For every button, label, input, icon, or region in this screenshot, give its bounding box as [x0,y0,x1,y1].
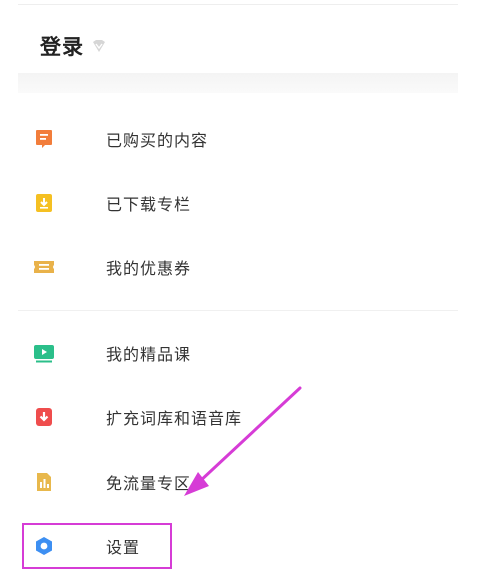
annotation-arrow [184,386,302,496]
